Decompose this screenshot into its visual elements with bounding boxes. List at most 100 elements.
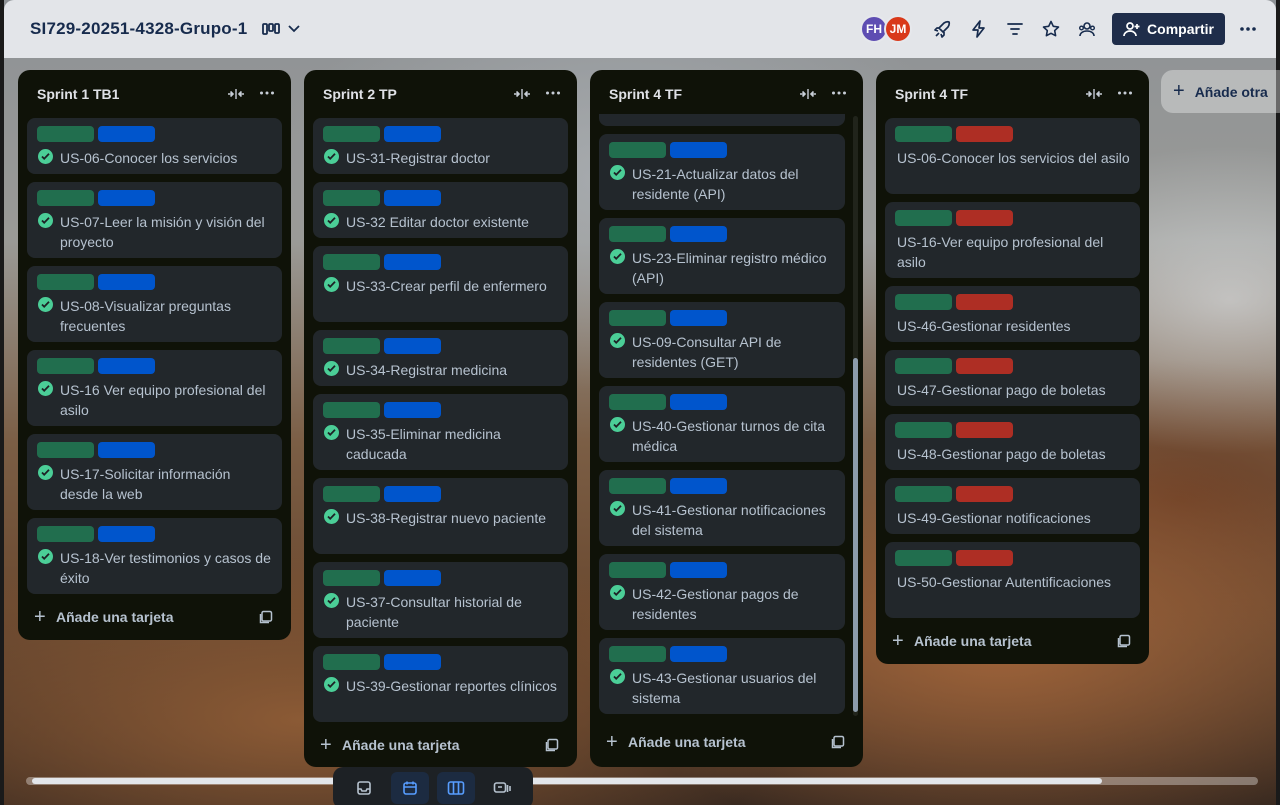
label-green[interactable] (323, 254, 380, 270)
card[interactable]: US-47-Gestionar pago de boletas (885, 350, 1140, 406)
label-blue[interactable] (384, 254, 441, 270)
label-red[interactable] (956, 550, 1013, 566)
label-blue[interactable] (670, 226, 727, 242)
card[interactable]: US-31-Registrar doctor (313, 118, 568, 174)
card[interactable]: US-34-Registrar medicina (313, 330, 568, 386)
list-column[interactable]: Sprint 4 TF US-21-Actualizar datos del re… (590, 70, 863, 767)
checkmark-icon[interactable] (324, 149, 339, 164)
label-green[interactable] (37, 190, 94, 206)
checkmark-icon[interactable] (38, 549, 53, 564)
label-green[interactable] (895, 550, 952, 566)
list-more-icon[interactable] (831, 86, 847, 100)
visibility-team-icon[interactable] (1077, 19, 1097, 39)
label-blue[interactable] (384, 126, 441, 142)
collapse-list-icon[interactable] (513, 87, 531, 101)
label-green[interactable] (609, 478, 666, 494)
card[interactable]: US-16 Ver equipo profesional del asilo (27, 350, 282, 426)
checkmark-icon[interactable] (324, 213, 339, 228)
card[interactable]: US-48-Gestionar pago de boletas (885, 414, 1140, 470)
board-title[interactable]: SI729-20251-4328-Grupo-1 (30, 19, 247, 39)
add-list-button[interactable]: + Añade otra (1161, 70, 1280, 113)
checkmark-icon[interactable] (610, 249, 625, 264)
card[interactable]: US-07-Leer la misión y visión del proyec… (27, 182, 282, 258)
card[interactable]: US-43-Gestionar usuarios del sistema (599, 638, 845, 714)
label-blue[interactable] (670, 142, 727, 158)
checkmark-icon[interactable] (610, 417, 625, 432)
label-red[interactable] (956, 294, 1013, 310)
list-column[interactable]: Sprint 1 TB1 US-06-Conocer los servicios U… (18, 70, 291, 640)
label-green[interactable] (895, 422, 952, 438)
card[interactable]: US-06-Conocer los servicios (27, 118, 282, 174)
label-green[interactable] (895, 294, 952, 310)
list-scrollbar-thumb[interactable] (853, 358, 858, 712)
checkmark-icon[interactable] (610, 585, 625, 600)
card[interactable]: US-35-Eliminar medicina caducada (313, 394, 568, 470)
add-card-button[interactable]: + Añade una tarjeta (34, 606, 274, 628)
card[interactable]: US-09-Consultar API de residentes (GET) (599, 302, 845, 378)
card-template-icon[interactable] (259, 610, 273, 624)
board-button[interactable] (437, 772, 475, 804)
list-title[interactable]: Sprint 4 TF (609, 86, 682, 102)
card[interactable]: US-21-Actualizar datos del residente (AP… (599, 134, 845, 210)
checkmark-icon[interactable] (38, 297, 53, 312)
card-template-icon[interactable] (831, 735, 845, 749)
card[interactable]: US-16-Ver equipo profesional del asilo (885, 202, 1140, 278)
label-green[interactable] (323, 570, 380, 586)
checkmark-icon[interactable] (38, 149, 53, 164)
checkmark-icon[interactable] (324, 361, 339, 376)
label-green[interactable] (323, 486, 380, 502)
label-blue[interactable] (384, 190, 441, 206)
card[interactable]: US-08-Visualizar preguntas frecuentes (27, 266, 282, 342)
label-green[interactable] (323, 126, 380, 142)
label-green[interactable] (609, 142, 666, 158)
list-column[interactable]: Sprint 2 TP US-31-Registrar doctor US-32 E… (304, 70, 577, 767)
list-more-icon[interactable] (545, 86, 561, 100)
label-green[interactable] (895, 126, 952, 142)
card-template-icon[interactable] (545, 738, 559, 752)
add-card-button[interactable]: + Añade una tarjeta (892, 630, 1132, 652)
label-blue[interactable] (670, 646, 727, 662)
card[interactable]: US-50-Gestionar Autentificaciones (885, 542, 1140, 618)
label-green[interactable] (37, 358, 94, 374)
label-blue[interactable] (670, 310, 727, 326)
label-red[interactable] (956, 422, 1013, 438)
card[interactable]: US-40-Gestionar turnos de cita médica (599, 386, 845, 462)
card[interactable]: US-42-Gestionar pagos de residentes (599, 554, 845, 630)
label-blue[interactable] (670, 394, 727, 410)
collapse-list-icon[interactable] (799, 87, 817, 101)
list-more-icon[interactable] (259, 86, 275, 100)
checkmark-icon[interactable] (324, 677, 339, 692)
list-title[interactable]: Sprint 4 TF (895, 86, 968, 102)
checkmark-icon[interactable] (324, 509, 339, 524)
automation-bolt-icon[interactable] (969, 19, 989, 39)
label-blue[interactable] (384, 654, 441, 670)
filter-icon[interactable] (1005, 19, 1025, 39)
more-options-icon[interactable] (1238, 19, 1258, 39)
label-green[interactable] (609, 226, 666, 242)
add-card-button[interactable]: + Añade una tarjeta (320, 734, 560, 756)
label-red[interactable] (956, 486, 1013, 502)
card[interactable]: US-17-Solicitar información desde la web (27, 434, 282, 510)
power-ups-rocket-icon[interactable] (933, 19, 953, 39)
label-green[interactable] (37, 526, 94, 542)
list-title[interactable]: Sprint 2 TP (323, 86, 397, 102)
card[interactable]: US-49-Gestionar notificaciones (885, 478, 1140, 534)
card[interactable]: US-06-Conocer los servicios del asilo (885, 118, 1140, 194)
label-blue[interactable] (384, 402, 441, 418)
checkmark-icon[interactable] (610, 165, 625, 180)
label-blue[interactable] (98, 190, 155, 206)
label-blue[interactable] (98, 126, 155, 142)
label-green[interactable] (609, 394, 666, 410)
checkmark-icon[interactable] (38, 213, 53, 228)
card[interactable]: US-32 Editar doctor existente (313, 182, 568, 238)
label-blue[interactable] (98, 526, 155, 542)
label-green[interactable] (609, 310, 666, 326)
add-card-button[interactable]: + Añade una tarjeta (606, 731, 846, 753)
checkmark-icon[interactable] (610, 501, 625, 516)
card-template-icon[interactable] (1117, 634, 1131, 648)
label-green[interactable] (323, 402, 380, 418)
label-green[interactable] (323, 654, 380, 670)
label-green[interactable] (37, 126, 94, 142)
star-icon[interactable] (1041, 19, 1061, 39)
card[interactable]: US-39-Gestionar reportes clínicos (313, 646, 568, 722)
